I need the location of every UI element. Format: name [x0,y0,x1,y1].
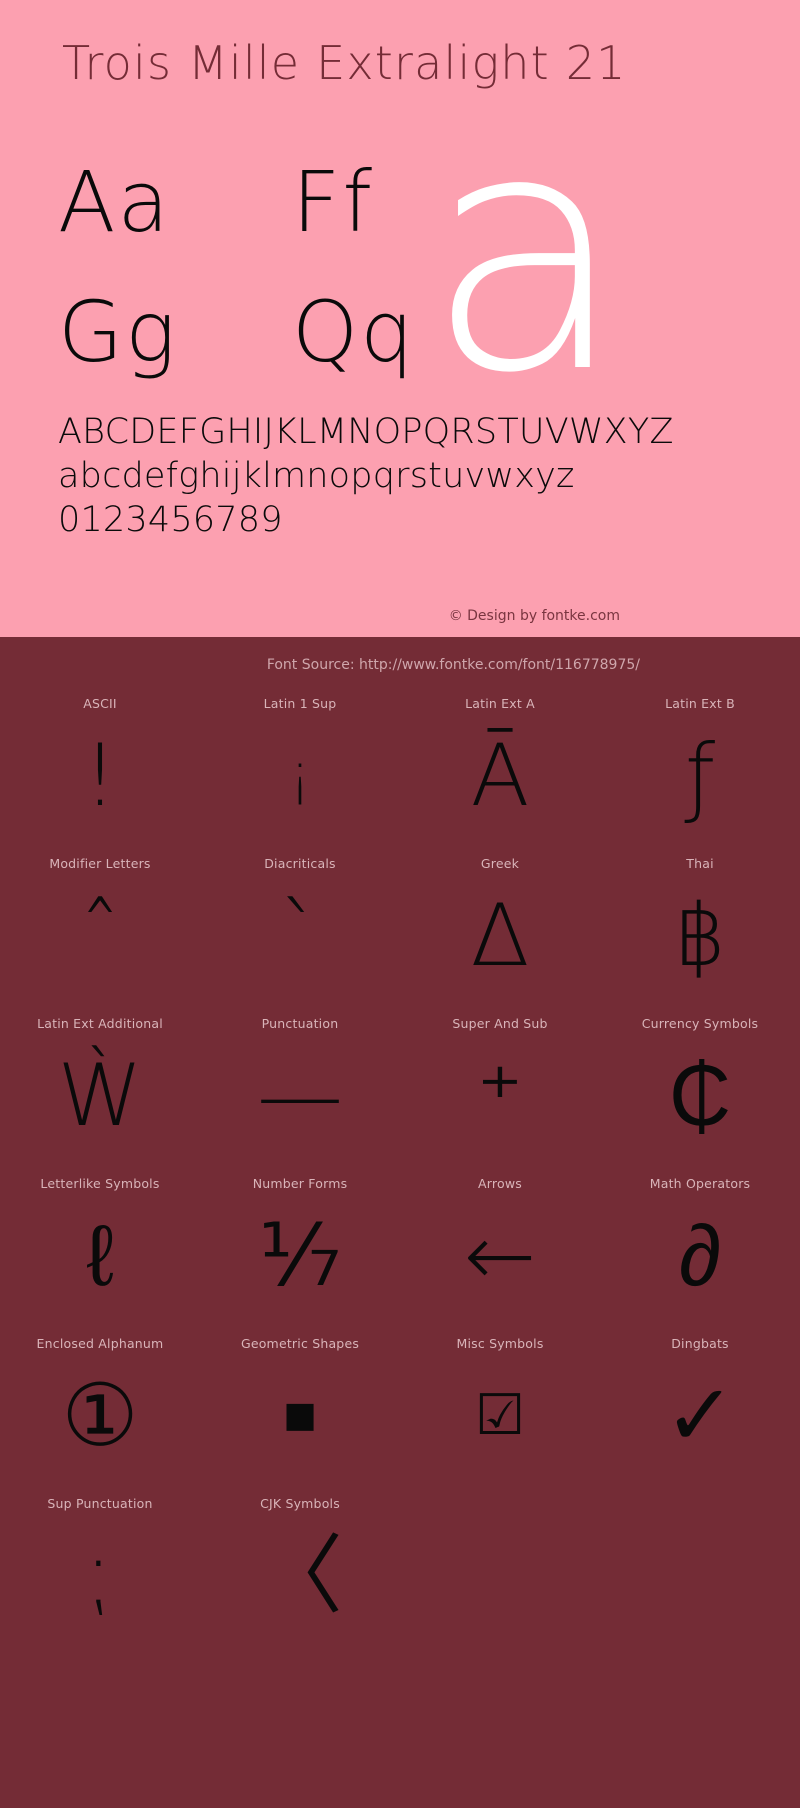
unicode-block-label: Thai [686,856,714,871]
unicode-block-cell: Math Operators ∂ [600,1164,800,1324]
unicode-block-label: Latin Ext Additional [37,1016,163,1031]
letter-pair-qq: Qq [292,283,416,381]
unicode-block-label: Sup Punctuation [47,1496,153,1511]
unicode-block-cell: Misc Symbols ☑ [400,1324,600,1484]
font-specimen-panel: Trois Mille Extralight 21 Aa Ff Gg Qq a … [0,0,800,637]
unicode-block-label: Greek [480,856,520,871]
unicode-block-glyph: — [257,1046,343,1146]
unicode-block-label: Latin Ext A [465,696,535,711]
unicode-block-cell: Number Forms ⅐ [200,1164,400,1324]
unicode-block-cell: Dingbats ✓ [600,1324,800,1484]
unicode-block-glyph: ⁏ [85,1526,115,1626]
unicode-block-glyph: Ā [470,726,530,826]
unicode-block-cell: Diacriticals ˋ [200,844,400,1004]
unicode-block-glyph: Δ [470,886,530,986]
unicode-block-label: Number Forms [252,1176,348,1191]
unicode-block-label: Super And Sub [452,1016,548,1031]
unicode-block-label: Geometric Shapes [240,1336,360,1351]
unicode-block-label: ASCII [83,696,117,711]
unicode-block-cell: Latin 1 Sup ¡ [200,684,400,844]
unicode-block-cell: Thai ฿ [600,844,800,1004]
unicode-block-glyph: ← [463,1206,537,1306]
unicode-block-glyph: 〈 [257,1526,343,1626]
unicode-block-cell: Geometric Shapes ■ [200,1324,400,1484]
unicode-block-glyph: ① [61,1366,139,1466]
unicode-block-label: Math Operators [649,1176,751,1191]
unicode-block-glyph: ■ [283,1383,317,1448]
unicode-block-cell: Super And Sub ⁺ [400,1004,600,1164]
unicode-block-cell: Punctuation — [200,1004,400,1164]
unicode-block-cell: Sup Punctuation ⁏ [0,1484,200,1644]
unicode-blocks-panel: Font Source: http://www.fontke.com/font/… [0,637,800,1808]
unicode-block-glyph: ∂ [678,1206,722,1306]
unicode-block-label: CJK Symbols [260,1496,340,1511]
unicode-block-glyph: ☑ [474,1383,526,1448]
font-source-link[interactable]: Font Source: http://www.fontke.com/font/… [267,657,640,673]
unicode-block-cell: Enclosed Alphanum ① [0,1324,200,1484]
unicode-block-glyph: ˆ [78,886,122,986]
copyright-notice: © Design by fontke.com [448,608,620,624]
unicode-block-label: Enclosed Alphanum [36,1336,164,1351]
unicode-block-glyph: ₵ [668,1046,732,1146]
unicode-block-glyph: ! [82,726,118,826]
unicode-block-cell: Greek Δ [400,844,600,1004]
unicode-block-cell: ASCII! [0,684,200,844]
unicode-block-label: Letterlike Symbols [40,1176,160,1191]
unicode-block-cell: Latin Ext B ƒ [600,684,800,844]
unicode-block-glyph: ⅐ [258,1206,342,1306]
unicode-block-glyph: ƒ [684,726,716,826]
unicode-block-glyph: ✓ [663,1366,737,1466]
unicode-block-cell: Latin Ext Additional Ẁ [0,1004,200,1164]
uppercase-alphabet: ABCDEFGHIJKLMNOPQRSTUVWXYZ [58,412,674,452]
unicode-block-glyph: Ẁ [57,1046,143,1146]
unicode-block-cell: Arrows ← [400,1164,600,1324]
unicode-block-cell: Modifier Letters ˆ [0,844,200,1004]
unicode-block-label: Punctuation [261,1016,339,1031]
unicode-block-label: Currency Symbols [641,1016,759,1031]
unicode-block-glyph: ฿ [672,886,728,986]
unicode-block-label: Latin Ext B [665,696,735,711]
hero-glyph: a [425,61,628,445]
digits-row: 0123456789 [58,500,283,540]
unicode-block-glyph: ⁺ [477,1046,523,1146]
unicode-block-label: Arrows [478,1176,522,1191]
letter-pair-gg: Gg [58,283,178,381]
unicode-block-glyph: ℓ [86,1206,114,1306]
letter-pair-showcase: Aa Ff Gg Qq a [0,88,800,418]
letter-pair-aa: Aa [58,153,171,251]
unicode-block-cell: CJK Symbols 〈 [200,1484,400,1644]
unicode-block-glyph: ˋ [278,886,322,986]
unicode-blocks-grid: ASCII! Latin 1 Sup ¡ Latin Ext A Ā Latin Ext … [0,684,800,1644]
unicode-block-cell: Latin Ext A Ā [400,684,600,844]
letter-pair-ff: Ff [292,153,374,251]
unicode-block-label: Latin 1 Sup [263,696,337,711]
unicode-block-label: Dingbats [671,1336,729,1351]
unicode-block-label: Diacriticals [264,856,336,871]
unicode-block-glyph: ¡ [288,743,312,808]
unicode-block-cell: Currency Symbols ₵ [600,1004,800,1164]
unicode-block-cell: Letterlike Symbols ℓ [0,1164,200,1324]
lowercase-alphabet: abcdefghijklmnopqrstuvwxyz [58,456,575,496]
unicode-block-label: Misc Symbols [456,1336,544,1351]
unicode-block-label: Modifier Letters [49,856,151,871]
